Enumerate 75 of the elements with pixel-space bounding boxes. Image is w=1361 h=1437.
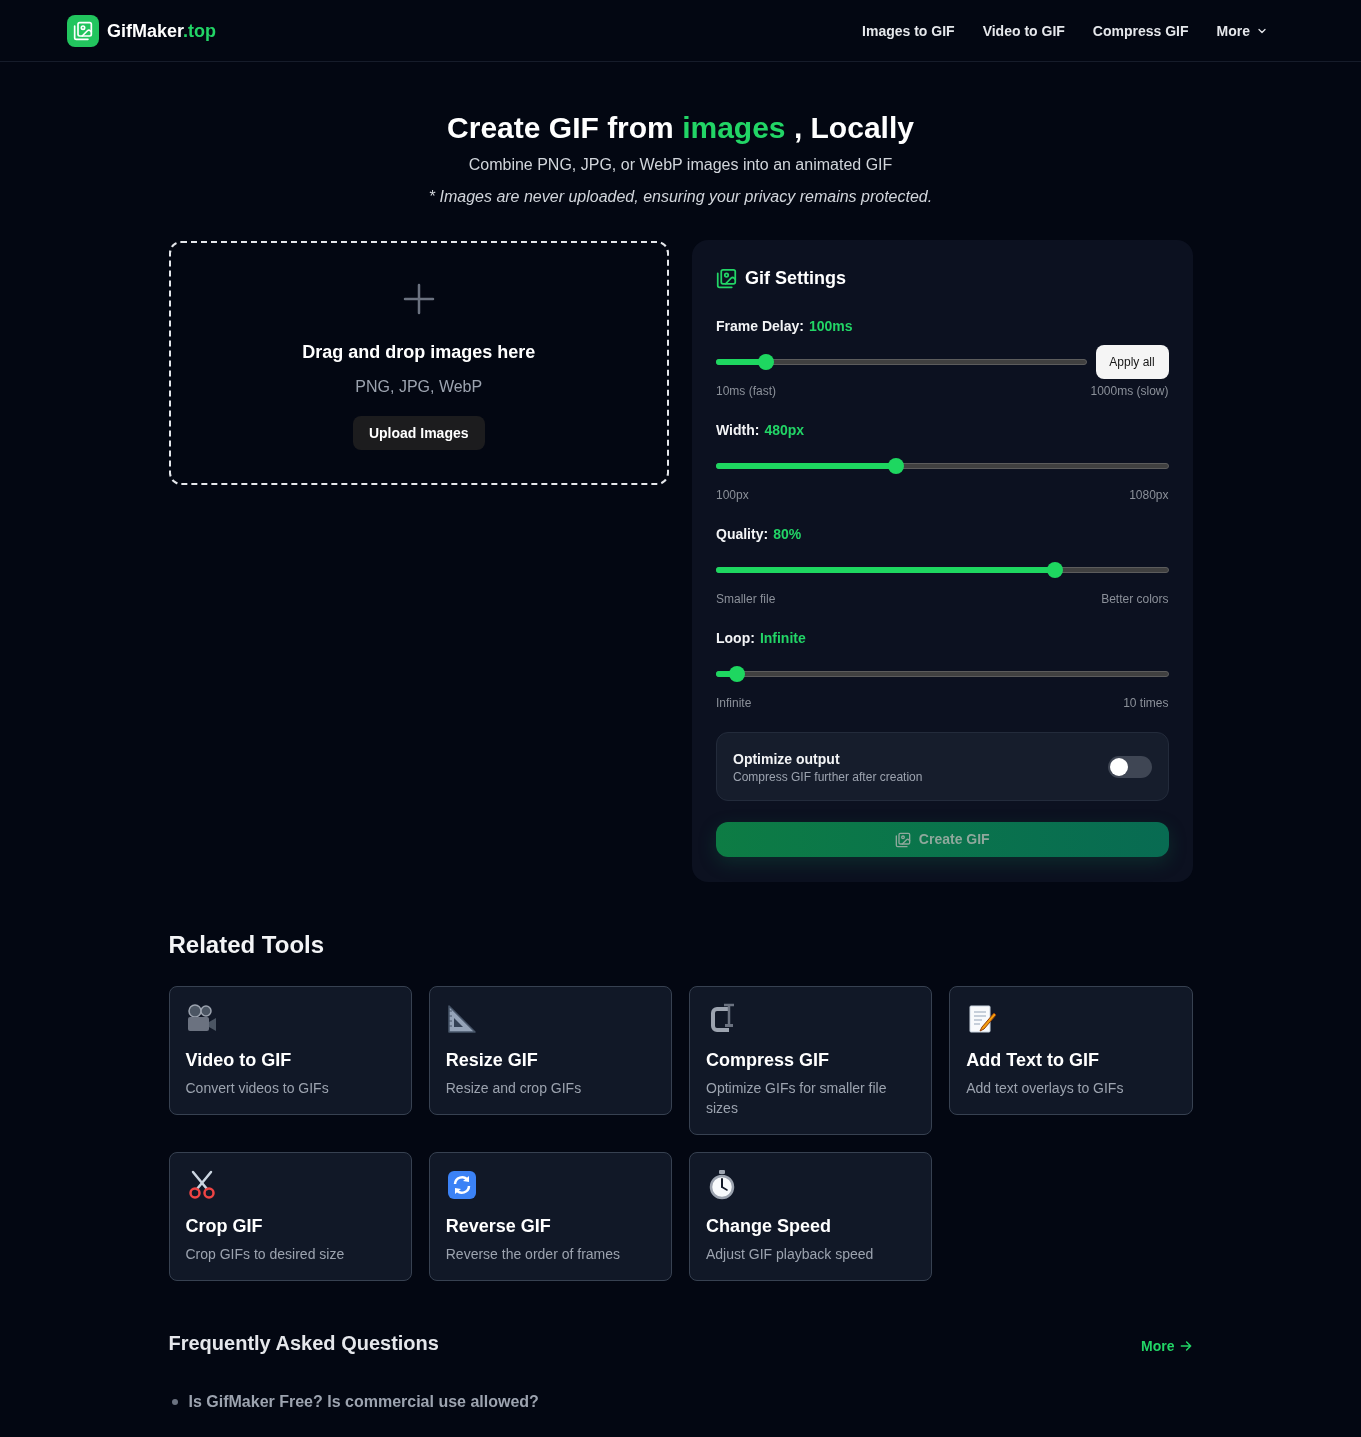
tool-card[interactable]: Reverse GIF Reverse the order of frames — [428, 1152, 672, 1281]
arrow-right-icon — [1178, 1338, 1193, 1353]
tool-title: Change Speed — [706, 1215, 833, 1238]
nav-link[interactable]: Video to GIF — [982, 20, 1065, 41]
tool-title: Add Text to GIF — [966, 1049, 1100, 1072]
slider[interactable] — [716, 562, 1169, 578]
range-max-label: 1000ms (slow) — [1090, 383, 1169, 399]
tool-description: Convert videos to GIFs — [185, 1079, 330, 1098]
range-max-label: Better colors — [1101, 591, 1169, 607]
slider[interactable] — [716, 354, 1087, 370]
tool-card[interactable]: Compress GIF Optimize GIFs for smaller file sizes — [689, 986, 933, 1135]
faq-question[interactable]: Is GifMaker Free? Is commercial use allowed? — [188, 1390, 539, 1414]
tool-title: Compress GIF — [706, 1049, 831, 1072]
range-max-label: 1080px — [1129, 487, 1169, 503]
optimize-toggle[interactable] — [1107, 755, 1152, 778]
setting-label: Frame Delay: — [716, 317, 804, 336]
slider-thumb[interactable] — [1047, 562, 1064, 578]
dropzone-title: Drag and drop images here — [302, 341, 536, 364]
range-min-label: 100px — [716, 487, 749, 503]
slider[interactable] — [716, 458, 1169, 474]
slider[interactable] — [716, 666, 1169, 682]
logo-icon[interactable] — [67, 14, 99, 47]
tool-card[interactable]: Resize GIF Resize and crop GIFs — [428, 986, 672, 1115]
dropzone[interactable]: Drag and drop images here PNG, JPG, WebP Upload Images — [168, 241, 669, 485]
circular-arrows-icon — [445, 1169, 478, 1201]
setting-label: Quality: — [716, 525, 769, 544]
tool-description: Resize and crop GIFs — [445, 1079, 583, 1098]
logo-text[interactable]: GifMaker.top — [107, 16, 217, 45]
page-subtitle: Combine PNG, JPG, or WebP images into an animated GIF — [467, 155, 894, 175]
plus-icon — [402, 283, 435, 315]
setting-label: Width: — [716, 421, 760, 440]
privacy-note: * Images are never uploaded, ensuring your privacy remains protected. — [427, 187, 934, 207]
apply-all-button[interactable]: Apply all — [1095, 345, 1169, 379]
images-icon — [894, 831, 911, 848]
supported-formats: PNG, JPG, WebP — [355, 377, 483, 397]
tool-title: Reverse GIF — [445, 1215, 552, 1238]
slider-thumb[interactable] — [729, 666, 746, 682]
nav-link[interactable]: Compress GIF — [1092, 20, 1189, 41]
tool-title: Video to GIF — [185, 1049, 293, 1072]
upload-button[interactable]: Upload Images — [352, 416, 485, 450]
section-heading: Related Tools — [168, 930, 326, 960]
tool-description: Reverse the order of frames — [445, 1245, 622, 1264]
tool-description: Adjust GIF playback speed — [706, 1245, 875, 1264]
memo-pencil-icon — [966, 1003, 999, 1035]
slider-thumb[interactable] — [887, 458, 904, 474]
tool-description: Optimize GIFs for smaller file sizes — [706, 1079, 888, 1118]
setting-value: Infinite — [759, 629, 806, 648]
images-icon — [716, 267, 737, 289]
tool-description: Crop GIFs to desired size — [185, 1245, 346, 1264]
slider-thumb[interactable] — [758, 354, 774, 370]
tool-description: Add text overlays to GIFs — [966, 1079, 1125, 1098]
range-min-label: Infinite — [716, 695, 752, 711]
setting-label: Loop: — [716, 629, 755, 648]
tool-card[interactable]: Change Speed Adjust GIF playback speed — [689, 1152, 933, 1281]
tool-card[interactable]: Add Text to GIF Add text overlays to GIFs — [949, 986, 1193, 1115]
setting-value: 100ms — [808, 317, 853, 336]
optimize-description: Compress GIF further after creation — [733, 768, 923, 785]
bullet-icon — [171, 1399, 178, 1405]
nav-dropdown[interactable]: More — [1216, 20, 1268, 41]
tool-card[interactable]: Crop GIF Crop GIFs to desired size — [168, 1152, 412, 1281]
tool-title: Crop GIF — [185, 1215, 264, 1238]
setting-value: 480px — [764, 421, 805, 440]
optimize-title: Optimize output — [733, 749, 841, 769]
range-min-label: 10ms (fast) — [716, 383, 776, 399]
triangle-ruler-icon — [445, 1003, 478, 1035]
settings-title: Gif Settings — [745, 267, 846, 290]
faq-heading: Frequently Asked Questions — [168, 1331, 439, 1356]
nav-link[interactable]: Images to GIF — [862, 20, 955, 41]
tool-card[interactable]: Video to GIF Convert videos to GIFs — [168, 986, 412, 1115]
page-title: Create GIF from images , Locally — [446, 110, 915, 146]
range-max-label: 10 times — [1123, 695, 1169, 711]
setting-value: 80% — [773, 525, 802, 544]
tool-title: Resize GIF — [445, 1049, 539, 1072]
faq-more-link[interactable]: More — [1141, 1335, 1193, 1356]
range-min-label: Smaller file — [716, 591, 776, 607]
